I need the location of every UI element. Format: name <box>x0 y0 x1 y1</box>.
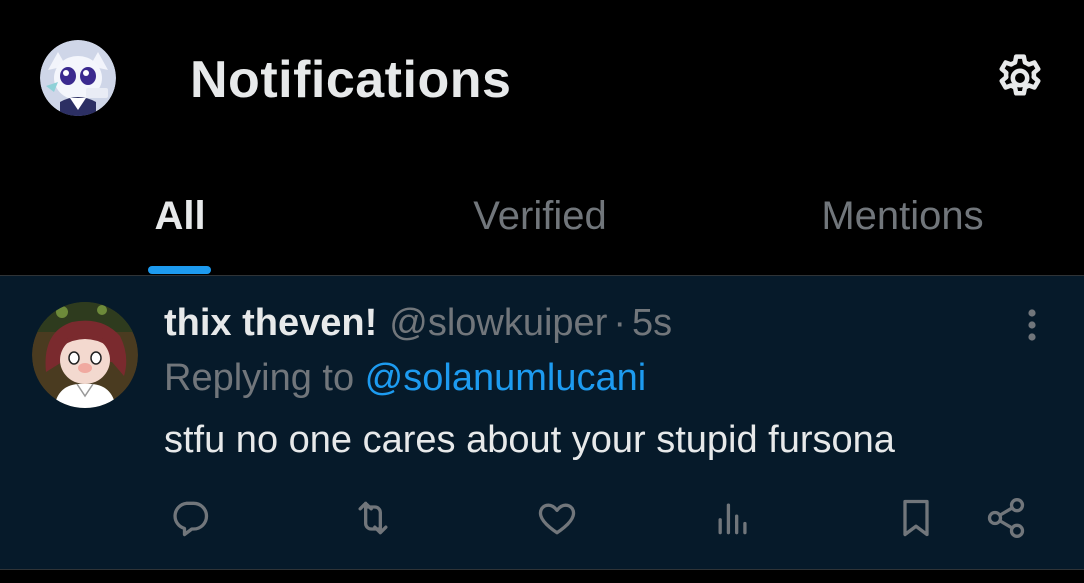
more-options-button[interactable] <box>1010 300 1054 350</box>
tab-verified[interactable]: Verified <box>420 160 660 276</box>
retweet-button[interactable] <box>345 490 401 546</box>
more-vertical-icon <box>1028 309 1036 341</box>
timestamp[interactable]: 5s <box>632 298 672 348</box>
author-avatar-image <box>32 302 138 408</box>
views-button[interactable] <box>705 490 761 546</box>
tab-all-label: All <box>154 194 206 238</box>
notification-tabs: All Verified Mentions <box>0 160 1084 276</box>
replying-to-mention[interactable]: @solanumlucani <box>365 357 647 399</box>
like-icon <box>538 503 576 535</box>
author-handle[interactable]: @slowkuiper <box>389 298 607 348</box>
share-icon <box>987 498 1025 538</box>
replying-to-prefix: Replying to <box>164 357 365 399</box>
tab-all[interactable]: All <box>100 160 260 276</box>
gear-icon <box>999 54 1041 96</box>
author-display-name[interactable]: thix theven! <box>164 298 377 348</box>
top-bar: Notifications <box>0 0 1084 160</box>
tab-mentions[interactable]: Mentions <box>780 160 1025 276</box>
author-avatar[interactable] <box>32 302 138 408</box>
like-button[interactable] <box>529 490 585 546</box>
reply-icon <box>173 501 209 537</box>
bookmark-button[interactable] <box>888 490 944 546</box>
profile-avatar-image <box>40 40 116 116</box>
separator-dot: · <box>613 302 626 344</box>
tweet-text: stfu no one cares about your stupid furs… <box>164 419 895 461</box>
views-icon <box>718 503 747 535</box>
page-title: Notifications <box>190 51 512 109</box>
tab-mentions-label: Mentions <box>821 194 984 238</box>
share-button[interactable] <box>978 490 1034 546</box>
reply-button[interactable] <box>162 490 218 546</box>
profile-avatar[interactable] <box>40 40 116 116</box>
active-tab-indicator <box>148 266 211 274</box>
tab-verified-label: Verified <box>473 194 607 238</box>
notifications-screen: Notifications All Verified Mentions thix… <box>0 0 1084 583</box>
tweet-divider <box>0 569 1084 570</box>
bookmark-icon <box>903 499 929 537</box>
replying-to-line: Replying to @solanumlucani <box>164 354 646 402</box>
settings-button[interactable] <box>990 48 1050 108</box>
retweet-icon <box>358 501 388 535</box>
tweet-header: thix theven! @slowkuiper · 5s <box>164 298 672 348</box>
